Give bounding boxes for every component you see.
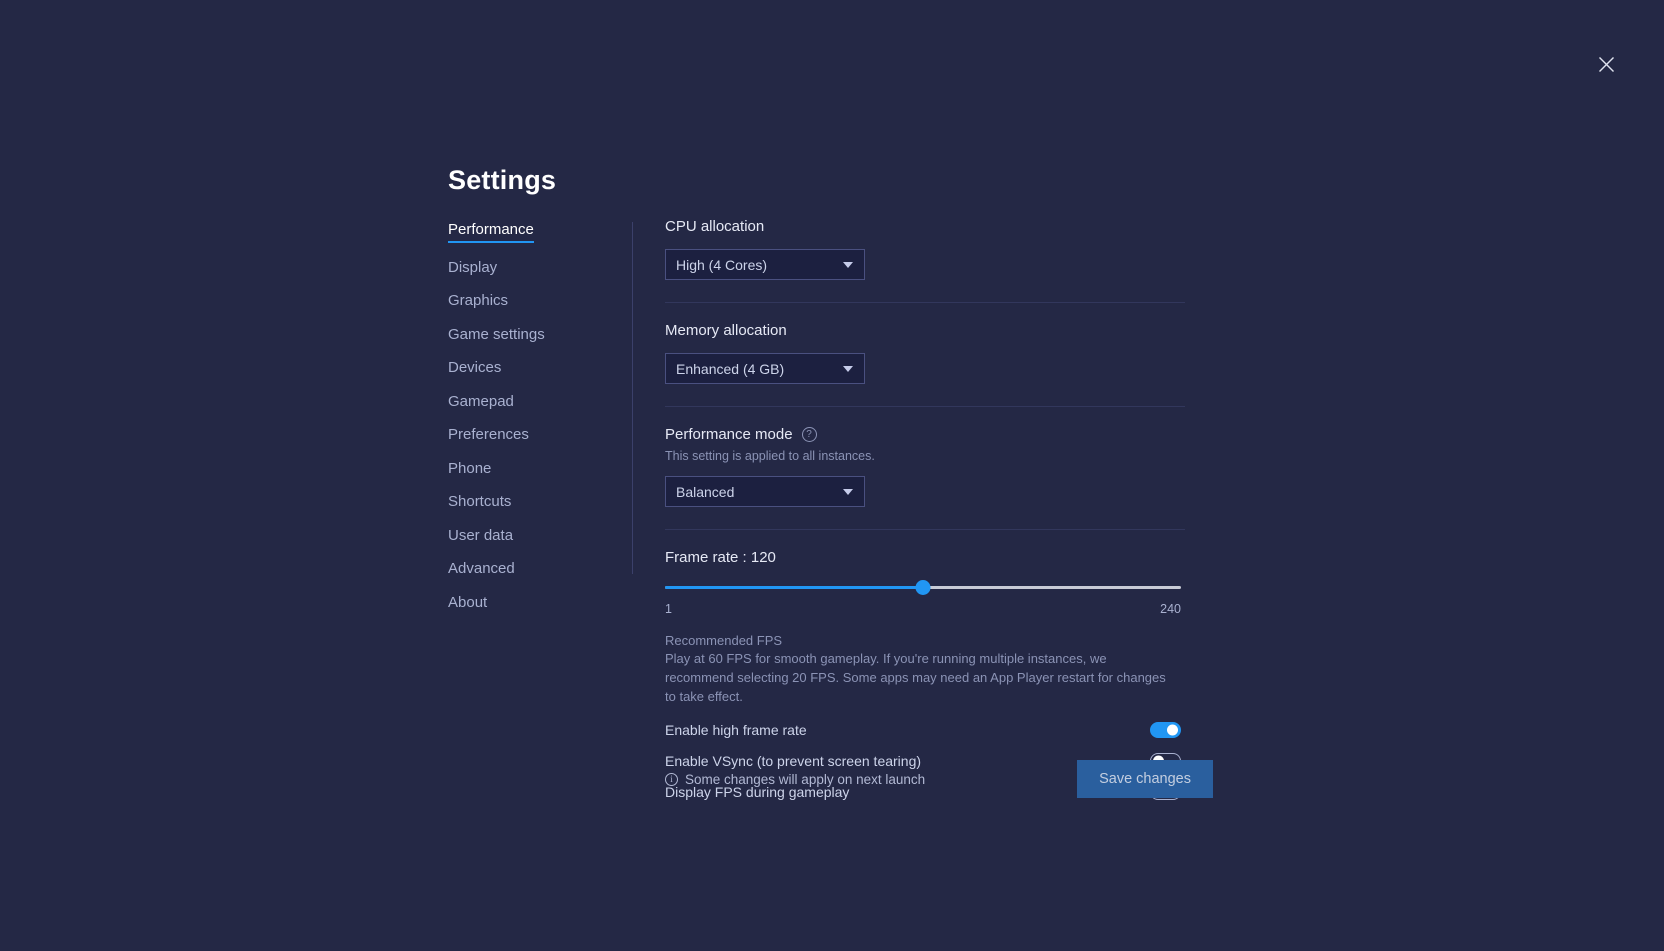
slider-max-label: 240 (1160, 602, 1181, 616)
sidebar-item-advanced[interactable]: Advanced (448, 561, 515, 578)
chevron-down-icon (843, 262, 853, 268)
performance-mode-label-text: Performance mode (665, 426, 793, 443)
sidebar-item-preferences[interactable]: Preferences (448, 427, 529, 444)
sidebar-item-performance[interactable]: Performance (448, 222, 534, 243)
page-title: Settings (448, 165, 556, 196)
memory-allocation-select[interactable]: Enhanced (4 GB) (665, 353, 865, 384)
close-x-glyph (1598, 56, 1615, 73)
close-icon[interactable] (1592, 50, 1620, 78)
slider-min-label: 1 (665, 602, 672, 616)
toggle-label-high-frame-rate: Enable high frame rate (665, 722, 807, 738)
cpu-allocation-select[interactable]: High (4 Cores) (665, 249, 865, 280)
sidebar-item-display[interactable]: Display (448, 260, 497, 277)
sidebar-item-devices[interactable]: Devices (448, 360, 501, 377)
sidebar-item-gamepad[interactable]: Gamepad (448, 394, 514, 411)
memory-allocation-label: Memory allocation (665, 322, 1185, 339)
recommended-fps-body: Play at 60 FPS for smooth gameplay. If y… (665, 650, 1170, 707)
sidebar-item-game-settings[interactable]: Game settings (448, 327, 545, 344)
next-launch-note-text: Some changes will apply on next launch (685, 772, 925, 787)
divider (665, 529, 1185, 530)
sidebar-item-shortcuts[interactable]: Shortcuts (448, 494, 511, 511)
frame-rate-label: Frame rate : 120 (665, 549, 1185, 566)
settings-sidebar: Performance Display Graphics Game settin… (448, 222, 598, 628)
slider-fill (665, 586, 923, 589)
cpu-allocation-label-text: CPU allocation (665, 218, 764, 235)
toggle-knob (1167, 724, 1178, 735)
memory-allocation-label-text: Memory allocation (665, 322, 787, 339)
info-icon: i (665, 773, 678, 786)
memory-allocation-value: Enhanced (4 GB) (676, 361, 784, 377)
toggle-row-high-frame-rate: Enable high frame rate (665, 722, 1181, 738)
performance-mode-value: Balanced (676, 484, 734, 500)
performance-mode-label: Performance mode ? (665, 426, 1185, 443)
sidebar-item-graphics[interactable]: Graphics (448, 293, 508, 310)
recommended-fps-title: Recommended FPS (665, 633, 1185, 648)
slider-thumb[interactable] (916, 580, 931, 595)
toggle-high-frame-rate[interactable] (1150, 722, 1181, 738)
cpu-allocation-value: High (4 Cores) (676, 257, 767, 273)
chevron-down-icon (843, 489, 853, 495)
vertical-divider (632, 222, 633, 574)
sidebar-item-user-data[interactable]: User data (448, 528, 513, 545)
divider (665, 302, 1185, 303)
sidebar-item-about[interactable]: About (448, 595, 487, 612)
settings-footer: i Some changes will apply on next launch… (665, 760, 1213, 798)
save-changes-button[interactable]: Save changes (1077, 760, 1213, 798)
settings-window: Settings Performance Display Graphics Ga… (0, 0, 1664, 951)
settings-content-panel: CPU allocation High (4 Cores) Memory all… (665, 218, 1185, 800)
slider-range-labels: 1 240 (665, 602, 1181, 616)
divider (665, 406, 1185, 407)
next-launch-note: i Some changes will apply on next launch (665, 772, 925, 787)
chevron-down-icon (843, 366, 853, 372)
cpu-allocation-label: CPU allocation (665, 218, 1185, 235)
question-mark-icon[interactable]: ? (802, 427, 817, 442)
sidebar-item-phone[interactable]: Phone (448, 461, 491, 478)
performance-mode-select[interactable]: Balanced (665, 476, 865, 507)
performance-mode-note: This setting is applied to all instances… (665, 449, 1185, 463)
frame-rate-slider[interactable] (665, 580, 1181, 596)
